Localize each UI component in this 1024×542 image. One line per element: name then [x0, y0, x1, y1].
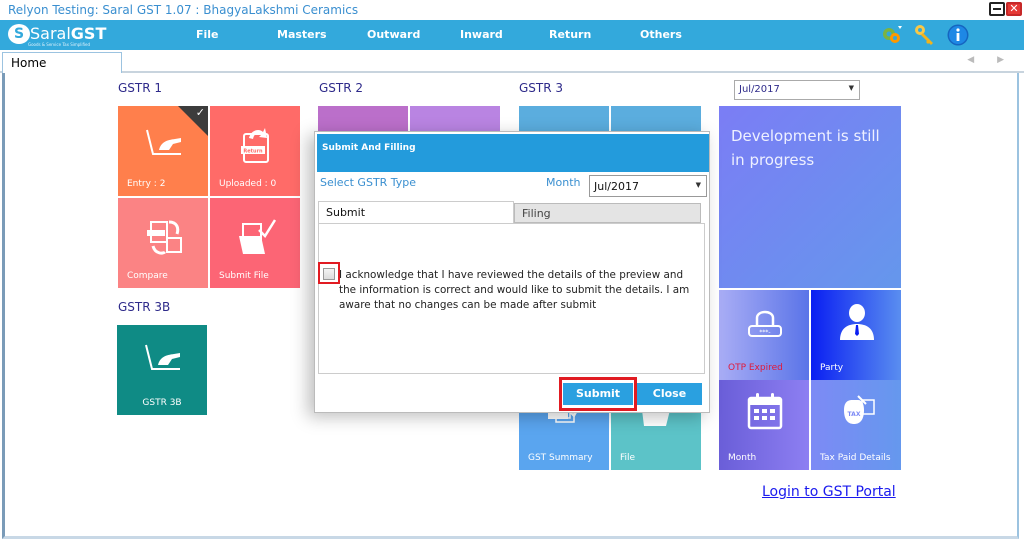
compare-icon: [147, 220, 182, 255]
chevron-down-icon: ▼: [848, 84, 854, 92]
logo-name-light: Saral: [30, 24, 71, 43]
tile-label: Month: [728, 453, 757, 463]
dev-progress-tile: Development is still in progress: [719, 106, 901, 288]
acknowledge-checkbox[interactable]: [323, 268, 335, 280]
close-button[interactable]: Close: [637, 383, 702, 405]
user-icon: [840, 304, 874, 340]
logo-name-bold: GST: [70, 24, 107, 43]
section-title-gstr3b: GSTR 3B: [118, 300, 171, 314]
info-icon[interactable]: [947, 24, 969, 46]
gstr-type-label: Select GSTR Type: [320, 176, 417, 189]
home-month-select[interactable]: Jul/2017 ▼: [734, 80, 860, 100]
login-gst-portal-link[interactable]: Login to GST Portal: [762, 484, 896, 500]
tile-label: Compare: [127, 271, 168, 281]
dialog-title: Submit And Filling: [322, 143, 416, 153]
tab-strip: Home ◀ ▶: [0, 50, 1024, 73]
tile-label: Entry : 2: [127, 179, 166, 189]
close-icon[interactable]: ✕: [1006, 2, 1022, 16]
app-logo: S SaralGST Goods & Service Tax Simplified: [8, 23, 106, 47]
acknowledge-text: I acknowledge that I have reviewed the d…: [339, 269, 690, 311]
tab-home[interactable]: Home: [2, 52, 122, 73]
tile-party[interactable]: Party: [811, 290, 901, 380]
tile-label: Uploaded : 0: [219, 179, 277, 189]
menu-masters[interactable]: Masters: [277, 28, 327, 41]
menu-return[interactable]: Return: [549, 28, 591, 41]
calendar-icon: [747, 393, 783, 430]
dialog-header: Submit And Filling: [317, 134, 709, 172]
tile-label: Party: [820, 363, 844, 373]
chevron-down-icon: ▼: [695, 181, 701, 189]
menu-outward[interactable]: Outward: [367, 28, 420, 41]
dialog-month-value: Jul/2017: [594, 180, 639, 193]
lock-icon: ***-: [748, 310, 782, 337]
logo-tagline: Goods & Service Tax Simplified: [28, 42, 91, 47]
logo-name: SaralGST: [30, 24, 106, 43]
settings-icon[interactable]: [881, 24, 903, 46]
logo-mark: S: [8, 23, 30, 44]
submit-button[interactable]: Submit: [563, 383, 633, 405]
section-title-gstr2: GSTR 2: [319, 81, 364, 95]
menu-inward[interactable]: Inward: [460, 28, 503, 41]
checkbox-highlight: [318, 262, 340, 284]
tile-tax-paid-details[interactable]: TAX Tax Paid Details: [811, 380, 901, 470]
tile-gstr1-submit-file[interactable]: Submit File: [210, 198, 300, 288]
tab-scroll-arrows[interactable]: ◀ ▶: [967, 55, 1014, 65]
month-label: Month: [546, 176, 581, 189]
return-upload-icon: Return: [241, 128, 269, 163]
tile-otp-expired[interactable]: ***- OTP Expired: [719, 290, 809, 380]
minimize-icon[interactable]: [989, 2, 1005, 16]
tile-gstr3b[interactable]: GSTR 3B: [117, 325, 207, 415]
tab-submit[interactable]: Submit: [318, 201, 514, 223]
section-title-gstr1: GSTR 1: [118, 81, 163, 95]
svg-text:***-: ***-: [759, 329, 770, 336]
svg-text:Return: Return: [243, 149, 263, 155]
window-title: Relyon Testing: Saral GST 1.07 : BhagyaL…: [8, 3, 359, 17]
dialog-month-select[interactable]: Jul/2017 ▼: [589, 175, 707, 197]
check-icon: ✓: [195, 106, 205, 119]
tile-gstr1-entry[interactable]: ✓ Entry : 2: [118, 106, 208, 196]
section-title-gstr3: GSTR 3: [519, 81, 564, 95]
svg-text:TAX: TAX: [848, 411, 861, 418]
tax-bag-icon: TAX: [844, 395, 875, 424]
tile-gstr1-compare[interactable]: Compare: [118, 198, 208, 288]
tab-filing[interactable]: Filing: [514, 203, 701, 223]
window-titlebar: Relyon Testing: Saral GST 1.07 : BhagyaL…: [0, 0, 1024, 20]
tile-label: File: [620, 453, 636, 463]
submit-file-icon: [239, 219, 277, 254]
tile-label: OTP Expired: [728, 363, 783, 373]
tile-label: Submit File: [219, 271, 269, 281]
menu-others[interactable]: Others: [640, 28, 682, 41]
laptop-hand-icon: [145, 344, 180, 370]
menu-file[interactable]: File: [196, 28, 219, 41]
tile-month[interactable]: Month: [719, 380, 809, 470]
key-icon[interactable]: [913, 24, 935, 46]
tile-label: GST Summary: [528, 453, 593, 463]
menu-bar: S SaralGST Goods & Service Tax Simplified…: [0, 20, 1024, 50]
tile-gstr1-uploaded[interactable]: Return Uploaded : 0: [210, 106, 300, 196]
dev-message: Development is still in progress: [731, 127, 880, 169]
tile-label: GSTR 3B: [142, 398, 182, 408]
tile-label: Tax Paid Details: [820, 453, 891, 463]
home-month-value: Jul/2017: [739, 84, 780, 95]
